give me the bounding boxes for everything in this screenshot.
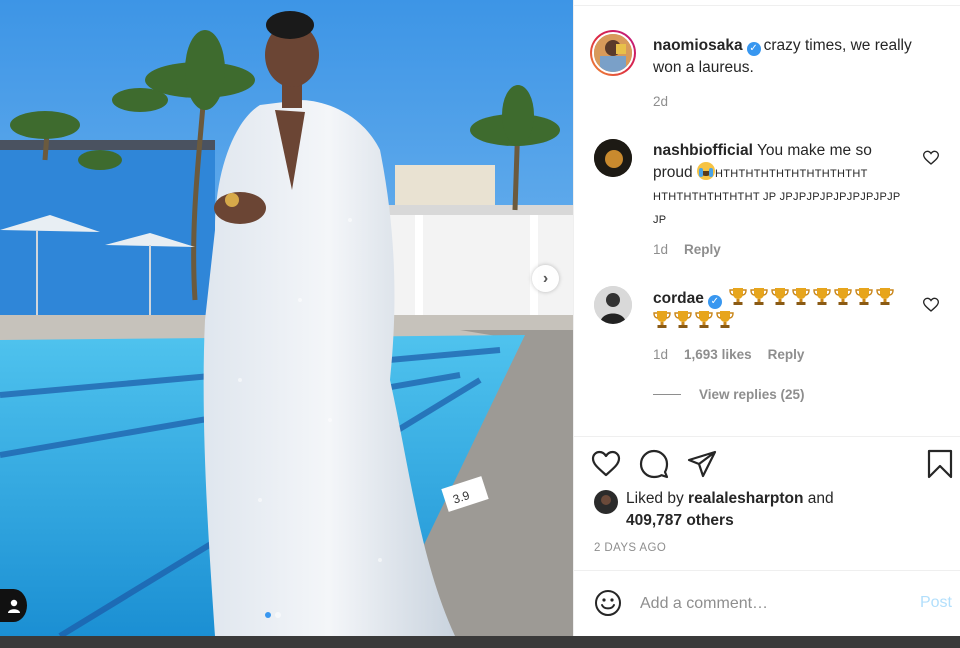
likes-text: Liked by realalesharpton and 409,787 oth…: [626, 488, 834, 532]
view-replies-label[interactable]: View replies (25): [699, 387, 805, 402]
like-comment-heart-icon[interactable]: [923, 150, 939, 166]
trophy-row-2: [653, 311, 737, 330]
next-photo-button[interactable]: ›: [532, 265, 559, 292]
post-details-panel: naomiosaka ✓ crazy times, we really won a …: [573, 0, 960, 636]
commenter-avatar-image: [594, 286, 632, 324]
post-date[interactable]: 2 DAYS AGO: [594, 542, 666, 554]
caption-age: 2d: [653, 94, 669, 109]
verified-badge-icon: ✓: [746, 42, 761, 56]
share-icon[interactable]: [686, 448, 718, 480]
comment-line-1: You make me so: [756, 142, 872, 159]
comment-text: nashbiofficial You make me so proud HTHT…: [653, 140, 923, 231]
user-tag-icon: [7, 599, 20, 613]
caption-line-1: crazy times, we really: [763, 37, 912, 54]
comment-line-4: JP: [653, 214, 667, 226]
photo-image: 3.9: [0, 0, 573, 636]
emoji-icon[interactable]: [594, 589, 622, 617]
comment-username[interactable]: cordae: [653, 290, 704, 307]
replies-divider: [653, 394, 681, 395]
likes-summary: Liked by realalesharpton and 409,787 oth…: [594, 488, 834, 532]
caption-meta: 2d: [653, 94, 668, 109]
comment-line-3: HTHTHTHTHTHTHT JP JPJPJPJPJPJPJPJPJP: [653, 191, 901, 203]
commenter-avatar[interactable]: [594, 139, 632, 177]
heart-icon[interactable]: [590, 448, 622, 480]
trophy-icon: [750, 288, 768, 305]
caption-line-2: won a laureus.: [653, 59, 754, 76]
bookmark-icon[interactable]: [924, 448, 956, 480]
author-username[interactable]: naomiosaka: [653, 37, 743, 54]
author-avatar[interactable]: [590, 30, 636, 76]
comment-username[interactable]: nashbiofficial: [653, 142, 753, 159]
post-photo[interactable]: 3.9 ›: [0, 0, 573, 636]
liker-avatar[interactable]: [594, 490, 618, 514]
liked-by-prefix: Liked by: [626, 490, 684, 507]
trophy-icon: [653, 311, 671, 328]
post-comment-button[interactable]: Post: [920, 594, 952, 612]
comment-likes[interactable]: 1,693 likes: [684, 347, 752, 362]
chevron-right-icon: ›: [542, 269, 549, 287]
trophy-icon: [695, 311, 713, 328]
trophy-icon: [792, 288, 810, 305]
author-avatar-image: [594, 34, 632, 72]
liker-avatar-image: [594, 490, 618, 514]
comment-line-2-rest: HTHTHTHTHTHTHTHTHTHT: [714, 168, 868, 180]
comments-section[interactable]: naomiosaka ✓ crazy times, we really won a …: [574, 6, 960, 436]
liked-by-and: and: [807, 490, 834, 507]
comment-icon[interactable]: [638, 448, 670, 480]
commenter-avatar[interactable]: [594, 286, 632, 324]
view-replies[interactable]: View replies (25): [653, 387, 805, 402]
reply-button[interactable]: Reply: [768, 347, 805, 362]
add-comment-input[interactable]: [640, 590, 910, 618]
comment-line-2-prefix: proud: [653, 164, 697, 181]
comment-age: 1d: [653, 242, 669, 257]
add-comment-divider: [574, 570, 960, 571]
tagged-users-button[interactable]: [0, 589, 27, 622]
trophy-row-1: [729, 288, 897, 307]
actions-divider: [574, 436, 960, 437]
comment-meta: 1d 1,693 likes Reply: [653, 347, 804, 362]
liked-by-user[interactable]: realalesharpton: [688, 490, 803, 507]
comment-meta: 1d Reply: [653, 242, 721, 257]
verified-badge-icon: ✓: [707, 295, 722, 309]
trophy-icon: [716, 311, 734, 328]
comment-text: cordae ✓: [653, 287, 923, 333]
trophy-icon: [855, 288, 873, 305]
trophy-icon: [729, 288, 747, 305]
trophy-icon: [813, 288, 831, 305]
commenter-avatar-image: [594, 139, 632, 177]
reply-button[interactable]: Reply: [684, 242, 721, 257]
trophy-icon: [771, 288, 789, 305]
post-caption: naomiosaka ✓ crazy times, we really won a …: [653, 35, 943, 79]
comment-age: 1d: [653, 347, 669, 362]
carousel-dot: [275, 612, 281, 618]
like-comment-heart-icon[interactable]: [923, 297, 939, 313]
page-bottom-strip: [0, 636, 960, 648]
carousel-indicator: [265, 612, 281, 618]
crying-face-icon: [696, 162, 715, 180]
liked-by-others[interactable]: 409,787 others: [626, 512, 734, 529]
trophy-icon: [834, 288, 852, 305]
carousel-dot-active: [265, 612, 271, 618]
trophy-icon: [674, 311, 692, 328]
trophy-icon: [876, 288, 894, 305]
